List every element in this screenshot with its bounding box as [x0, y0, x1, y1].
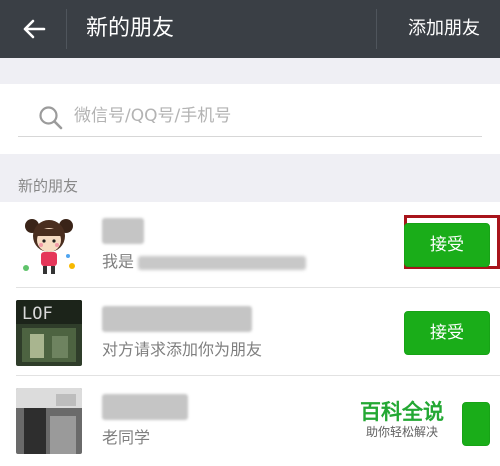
page-title: 新的朋友 [86, 16, 175, 41]
nav-divider [376, 9, 377, 49]
search-area: 微信号/QQ号/手机号 [0, 84, 500, 154]
back-button[interactable] [10, 8, 56, 48]
watermark-subtitle: 助你轻松解决 [366, 425, 439, 439]
watermark-title: 百科全说 [360, 400, 444, 424]
friend-name [102, 306, 252, 332]
accept-button[interactable]: 接受 [404, 223, 490, 267]
friend-request-row[interactable]: LOF 对方请求添加你为朋友 接受 [0, 290, 500, 376]
search-placeholder: 微信号/QQ号/手机号 [74, 106, 232, 126]
request-message: 老同学 [102, 428, 151, 447]
spacer [0, 58, 500, 84]
top-nav-bar: 新的朋友 添加朋友 [0, 0, 500, 58]
request-message-text: 我是 [102, 252, 135, 271]
search-input[interactable]: 微信号/QQ号/手机号 [18, 96, 482, 137]
nav-divider [66, 9, 67, 49]
friend-name [102, 394, 188, 420]
avatar: LOF [16, 300, 82, 366]
friend-request-row[interactable]: 我是 接受 [0, 202, 500, 288]
accept-button[interactable] [462, 402, 490, 446]
arrow-left-icon [23, 19, 46, 39]
svg-text:LOF: LOF [22, 304, 53, 324]
section-label: 新的朋友 [18, 177, 79, 195]
redacted-text [138, 255, 307, 270]
friend-name [102, 218, 144, 244]
row-divider [16, 375, 500, 376]
search-icon [39, 106, 63, 130]
accept-button[interactable]: 接受 [404, 311, 490, 355]
request-message: 我是 [102, 250, 307, 274]
add-friend-button[interactable]: 添加朋友 [408, 12, 480, 46]
row-divider [16, 287, 500, 288]
request-message: 对方请求添加你为朋友 [102, 340, 263, 359]
avatar [16, 388, 82, 454]
watermark-logo: 百科全说 助你轻松解决 [360, 396, 460, 440]
avatar [16, 212, 82, 278]
